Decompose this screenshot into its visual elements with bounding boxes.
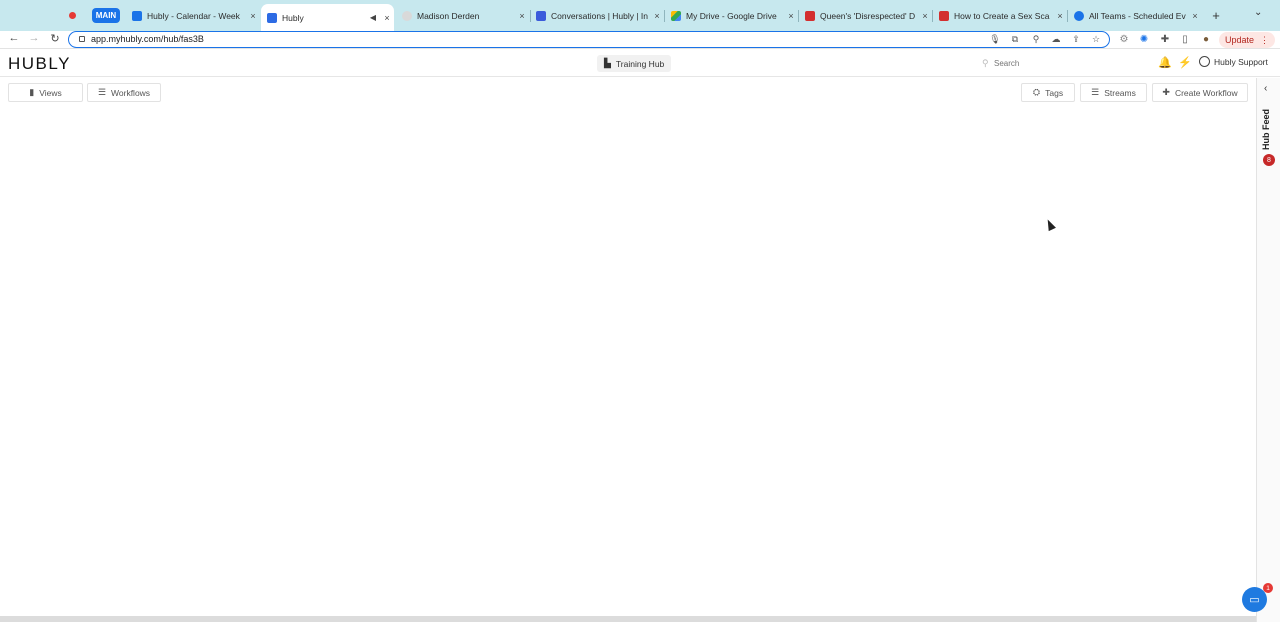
tab-google-drive[interactable]: My Drive - Google Drive × bbox=[665, 5, 798, 27]
tab-conversations[interactable]: Conversations | Hubly | In × bbox=[530, 5, 664, 27]
hub-selector-label: Training Hub bbox=[615, 58, 665, 69]
chat-bubble-icon: ▭ bbox=[1249, 594, 1260, 606]
tab-hubly-active[interactable]: Hubly ◀ × bbox=[261, 4, 394, 31]
browser-tabstrip: MAIN Hubly - Calendar - Week × Hubly ◀ ×… bbox=[0, 0, 1280, 31]
plus-icon: ✚ bbox=[1162, 87, 1170, 97]
chat-badge: 1 bbox=[1263, 583, 1273, 593]
create-workflow-button[interactable]: ✚ Create Workflow bbox=[1152, 83, 1248, 102]
hub-feed-rail[interactable]: ‹ Hub Feed 8 bbox=[1256, 78, 1280, 622]
close-tab-icon[interactable]: × bbox=[515, 11, 529, 21]
close-tab-icon[interactable]: × bbox=[650, 11, 664, 21]
tab-search-chevron-icon[interactable]: ⌄ bbox=[1254, 7, 1262, 18]
hubly-favicon-icon bbox=[267, 12, 277, 23]
tab-group-main[interactable]: MAIN bbox=[92, 8, 120, 23]
user-avatar-icon bbox=[1199, 56, 1210, 67]
views-button[interactable]: ▮ Views bbox=[8, 83, 83, 102]
tab-all-teams[interactable]: All Teams - Scheduled Ev × bbox=[1068, 5, 1202, 27]
hub-icon: ▙ bbox=[604, 58, 611, 68]
lightning-bolt-icon[interactable]: ⚡ bbox=[1178, 56, 1192, 69]
tags-icon: ⛭ bbox=[1032, 87, 1041, 97]
tab-queens-article[interactable]: Queen's 'Disrespected' D × bbox=[799, 5, 932, 27]
bookmark-icon: ▮ bbox=[29, 87, 35, 97]
update-label: Update bbox=[1224, 35, 1255, 45]
microphone-icon[interactable]: 🎙 bbox=[989, 34, 1001, 45]
tab-title: Hubly bbox=[282, 12, 304, 23]
recording-indicator-icon bbox=[69, 12, 76, 19]
tab-title: How to Create a Sex Sca bbox=[954, 11, 1050, 21]
close-tab-icon[interactable]: × bbox=[246, 11, 260, 21]
news-favicon-icon bbox=[939, 11, 949, 21]
url-text[interactable]: app.myhubly.com/hub/fas3B bbox=[91, 34, 204, 44]
side-panel-icon[interactable]: ▯ bbox=[1179, 34, 1191, 45]
share-icon[interactable]: ⇪ bbox=[1070, 34, 1082, 45]
tab-title: All Teams - Scheduled Ev bbox=[1089, 11, 1186, 21]
update-button[interactable]: Update ⋮ bbox=[1219, 32, 1275, 48]
user-menu[interactable]: Hubly Support bbox=[1199, 56, 1268, 67]
audio-speaker-icon[interactable]: ◀ bbox=[366, 13, 380, 22]
bookmark-star-icon[interactable]: ☆ bbox=[1090, 34, 1102, 45]
search-icon: ⚲ bbox=[982, 58, 989, 68]
search-input[interactable] bbox=[994, 56, 1152, 70]
tab-title: Queen's 'Disrespected' D bbox=[820, 11, 916, 21]
tags-button[interactable]: ⛭ Tags bbox=[1021, 83, 1075, 102]
views-label: Views bbox=[39, 87, 62, 98]
extension-gear-icon[interactable]: ⚙ bbox=[1118, 34, 1130, 45]
hub-feed-badge: 8 bbox=[1263, 154, 1275, 166]
streams-button[interactable]: ☰ Streams bbox=[1080, 83, 1147, 102]
chevron-left-icon[interactable]: ‹ bbox=[1264, 83, 1267, 94]
conversations-favicon-icon bbox=[536, 11, 546, 21]
calendly-favicon-icon bbox=[1074, 11, 1084, 21]
app-header: HUBLY ▙ Training Hub ⚲ 🔔 ⚡ Hubly Support bbox=[0, 50, 1280, 77]
user-name: Hubly Support bbox=[1214, 56, 1268, 67]
lock-icon bbox=[79, 36, 85, 42]
tab-madison-derden[interactable]: Madison Derden × bbox=[396, 5, 529, 27]
workflows-button[interactable]: ☰ Workflows bbox=[87, 83, 161, 102]
google-drive-favicon-icon bbox=[671, 11, 681, 21]
tab-title: Hubly - Calendar - Week bbox=[147, 11, 240, 21]
hub-feed-label[interactable]: Hub Feed bbox=[1261, 98, 1271, 150]
close-tab-icon[interactable]: × bbox=[1053, 11, 1067, 21]
calendar-favicon-icon bbox=[132, 11, 142, 21]
extension-atom-icon[interactable]: ✺ bbox=[1138, 34, 1150, 45]
streams-icon: ☰ bbox=[1091, 87, 1100, 97]
extensions-puzzle-icon[interactable]: ✚ bbox=[1159, 34, 1171, 45]
close-tab-icon[interactable]: × bbox=[380, 13, 394, 23]
tab-hubly-calendar[interactable]: Hubly - Calendar - Week × bbox=[126, 5, 260, 27]
horizontal-scrollbar[interactable] bbox=[0, 616, 1256, 622]
profile-avatar-icon[interactable]: ● bbox=[1200, 34, 1212, 45]
close-tab-icon[interactable]: × bbox=[918, 11, 932, 21]
close-tab-icon[interactable]: × bbox=[1188, 11, 1202, 21]
open-in-app-icon[interactable]: ⧉ bbox=[1009, 34, 1021, 45]
hub-selector-button[interactable]: ▙ Training Hub bbox=[597, 55, 672, 72]
close-tab-icon[interactable]: × bbox=[784, 11, 798, 21]
notifications-bell-icon[interactable]: 🔔 bbox=[1158, 56, 1172, 69]
tab-title: Madison Derden bbox=[417, 11, 480, 21]
create-workflow-label: Create Workflow bbox=[1174, 87, 1238, 98]
tags-label: Tags bbox=[1045, 87, 1064, 98]
kebab-menu-icon: ⋮ bbox=[1260, 34, 1270, 45]
back-arrow-icon[interactable]: ← bbox=[7, 32, 21, 44]
list-icon: ☰ bbox=[97, 87, 107, 97]
tab-title: My Drive - Google Drive bbox=[686, 11, 777, 21]
streams-label: Streams bbox=[1104, 87, 1136, 98]
new-tab-button[interactable]: + bbox=[1209, 8, 1223, 23]
tab-how-to-create[interactable]: How to Create a Sex Sca × bbox=[933, 5, 1067, 27]
profile-favicon-icon bbox=[402, 11, 412, 21]
mouse-cursor-icon bbox=[1044, 217, 1056, 232]
reload-icon[interactable]: ↻ bbox=[48, 32, 62, 45]
browser-toolbar: ← → ↻ app.myhubly.com/hub/fas3B 🎙 ⧉ ⚲ ☁ … bbox=[0, 31, 1280, 49]
forward-arrow-icon[interactable]: → bbox=[27, 32, 41, 44]
address-bar[interactable]: app.myhubly.com/hub/fas3B 🎙 ⧉ ⚲ ☁ ⇪ ☆ bbox=[68, 31, 1110, 48]
tab-title: Conversations | Hubly | In bbox=[551, 11, 649, 21]
news-favicon-icon bbox=[805, 11, 815, 21]
workflows-label: Workflows bbox=[111, 87, 151, 98]
cloud-icon[interactable]: ☁ bbox=[1050, 34, 1062, 45]
zoom-icon[interactable]: ⚲ bbox=[1030, 34, 1042, 45]
hubly-logo[interactable]: HUBLY bbox=[8, 54, 71, 74]
